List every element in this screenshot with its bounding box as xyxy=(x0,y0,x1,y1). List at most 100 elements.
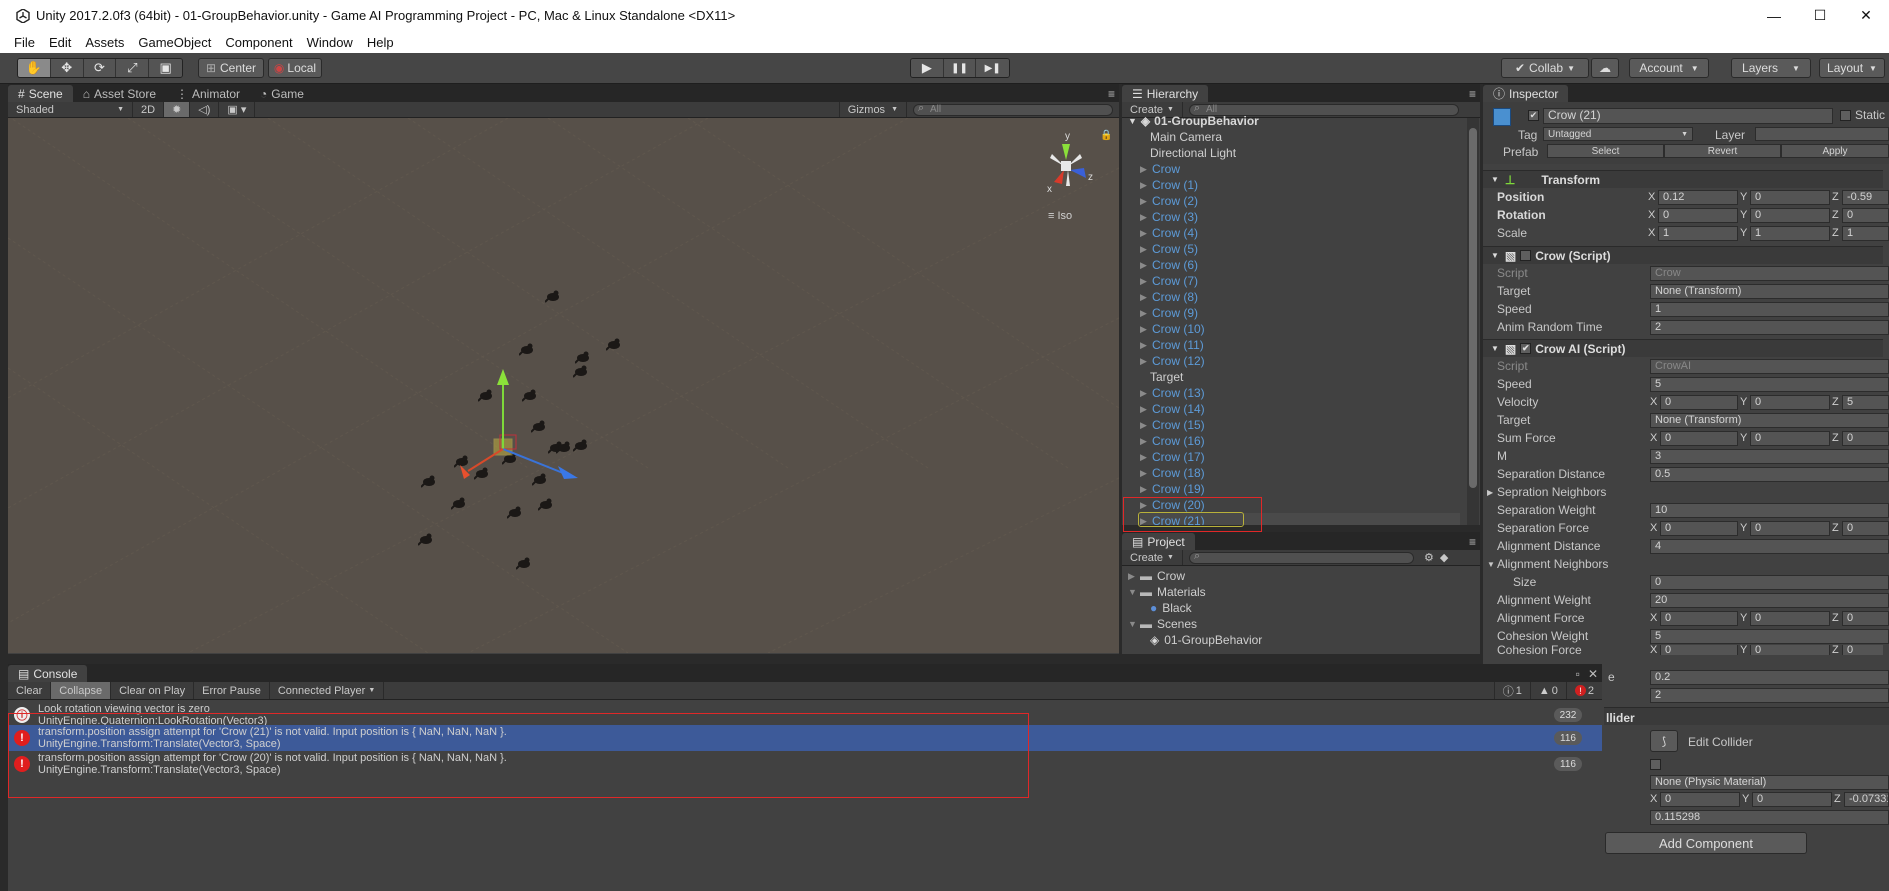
crow-target-field[interactable]: None (Transform) xyxy=(1650,283,1889,299)
crow-sprite[interactable] xyxy=(606,337,622,351)
cloud-button[interactable]: ☁ xyxy=(1591,58,1619,78)
minimize-button[interactable]: — xyxy=(1751,0,1797,31)
hierarchy-item[interactable]: ▶ Crow (8) xyxy=(1140,289,1198,305)
hierarchy-item[interactable]: ▶ Crow (13) xyxy=(1140,385,1205,401)
lighting-toggle-icon[interactable]: ✹ xyxy=(164,102,191,117)
filter-label-icon[interactable]: ◆ xyxy=(1440,551,1448,564)
scene-search-input[interactable]: All xyxy=(913,103,1113,116)
expand-arrow-icon[interactable]: ▶ xyxy=(1140,276,1152,287)
crow-script-header[interactable]: ▼ ▧ Crow (Script) xyxy=(1483,246,1883,264)
object-name-input[interactable]: Crow (21) xyxy=(1543,108,1833,124)
project-create-dropdown[interactable]: Create ▼ xyxy=(1122,550,1183,565)
expand-arrow-icon[interactable]: ▶ xyxy=(1140,340,1152,351)
expand-arrow-icon[interactable]: ▶ xyxy=(1140,244,1152,255)
expand-arrow-icon[interactable]: ▶ xyxy=(1140,388,1152,399)
expand-arrow-icon[interactable]: ▶ xyxy=(1140,164,1152,175)
crow-anim-input[interactable]: 2 xyxy=(1650,319,1889,335)
center-x-input[interactable]: 0 xyxy=(1660,792,1740,807)
sumforce-z-input[interactable]: 0 xyxy=(1842,430,1889,446)
alignforce-y-input[interactable]: 0 xyxy=(1750,610,1830,626)
audio-toggle-icon[interactable]: ◁) xyxy=(190,102,220,117)
project-item[interactable]: ▶ ▬ Crow xyxy=(1128,568,1185,584)
rotate-tool-icon[interactable]: ⟳ xyxy=(83,59,117,77)
hierarchy-item[interactable]: ▶ Crow (3) xyxy=(1140,209,1198,225)
sepforce-y-input[interactable]: 0 xyxy=(1750,520,1830,536)
hierarchy-item[interactable]: ▶ Crow (15) xyxy=(1140,417,1205,433)
panel-menu-icon[interactable]: ≡ xyxy=(1104,85,1119,102)
layers-dropdown[interactable]: Layers ▼ xyxy=(1731,58,1811,78)
hierarchy-item[interactable]: ▶ Crow (2) xyxy=(1140,193,1198,209)
project-item[interactable]: ▼ ▬ Scenes xyxy=(1128,616,1197,632)
crowai-target-field[interactable]: None (Transform) xyxy=(1650,412,1889,428)
hierarchy-item[interactable]: ▶ Crow (4) xyxy=(1140,225,1198,241)
lock-icon[interactable]: 🔒 xyxy=(1100,130,1112,141)
orientation-gizmo[interactable]: y z x xyxy=(1028,128,1108,208)
crow-speed-input[interactable]: 1 xyxy=(1650,301,1889,317)
expand-arrow-icon[interactable]: ▶ xyxy=(1140,452,1152,463)
hierarchy-item[interactable]: ▶ Crow (7) xyxy=(1140,273,1198,289)
console-clear-button[interactable]: Clear xyxy=(8,682,52,699)
is-trigger-checkbox[interactable] xyxy=(1650,759,1661,770)
tab-game[interactable]: ◔ Game xyxy=(250,85,314,102)
hierarchy-item[interactable]: ▶ Crow (9) xyxy=(1140,305,1198,321)
expand-arrow-icon[interactable]: ▶ xyxy=(1140,180,1152,191)
mode-2d-toggle[interactable]: 2D xyxy=(133,102,165,117)
project-item[interactable]: ◈ 01-GroupBehavior xyxy=(1150,632,1262,648)
scale-y-input[interactable]: 1 xyxy=(1750,225,1830,241)
hierarchy-item[interactable]: Target xyxy=(1150,369,1183,385)
expand-arrow-icon[interactable]: ▼ xyxy=(1128,587,1140,597)
prefab-select-button[interactable]: Select xyxy=(1547,144,1664,158)
crow-sprite[interactable] xyxy=(575,350,591,364)
tab-asset-store[interactable]: ⌂ Asset Store xyxy=(73,85,166,102)
expand-arrow-icon[interactable]: ▶ xyxy=(1140,260,1152,271)
pause-button[interactable]: ❚❚ xyxy=(943,59,977,77)
expand-arrow-icon[interactable]: ▶ xyxy=(1140,212,1152,223)
expand-arrow-icon[interactable]: ▶ xyxy=(1140,308,1152,319)
menu-assets[interactable]: Assets xyxy=(85,35,124,50)
sepforce-x-input[interactable]: 0 xyxy=(1660,520,1738,536)
add-component-button[interactable]: Add Component xyxy=(1605,832,1807,854)
menu-gameobject[interactable]: GameObject xyxy=(138,35,211,50)
hierarchy-item[interactable]: ▶ Crow (1) xyxy=(1140,177,1198,193)
rotation-z-input[interactable]: 0 xyxy=(1842,207,1889,223)
position-y-input[interactable]: 0 xyxy=(1750,189,1830,205)
scale-z-input[interactable]: 1 xyxy=(1842,225,1889,241)
hierarchy-item[interactable]: ▶ Crow (5) xyxy=(1140,241,1198,257)
physic-material-field[interactable]: None (Physic Material) xyxy=(1650,775,1889,790)
layer-dropdown[interactable] xyxy=(1755,127,1889,141)
project-item[interactable]: ● Black xyxy=(1150,600,1192,616)
active-checkbox[interactable]: ✔ xyxy=(1528,110,1539,121)
expand-arrow-icon[interactable]: ▶ xyxy=(1140,484,1152,495)
expand-arrow-icon[interactable]: ▶ xyxy=(1140,292,1152,303)
info-filter-toggle[interactable]: ⓘ 1 xyxy=(1493,682,1531,699)
crowai-speed-input[interactable]: 5 xyxy=(1650,376,1889,392)
tab-animator[interactable]: ⋮ Animator xyxy=(166,85,250,102)
prefab-revert-button[interactable]: Revert xyxy=(1664,144,1781,158)
alignneigh-row[interactable]: ▼ Alignment Neighbors xyxy=(1483,555,1883,573)
expand-arrow-icon[interactable]: ▶ xyxy=(1140,324,1152,335)
menu-file[interactable]: File xyxy=(14,35,35,50)
gizmos-dropdown[interactable]: Gizmos ▼ xyxy=(838,102,907,117)
size-input[interactable]: 0 xyxy=(1650,574,1889,590)
hierarchy-item[interactable]: ▶ Crow (17) xyxy=(1140,449,1205,465)
rect-tool-icon[interactable]: ▣ xyxy=(149,59,182,77)
hierarchy-item[interactable]: ▶ Crow (19) xyxy=(1140,481,1205,497)
space-local-button[interactable]: ◉ Local xyxy=(268,58,322,78)
crow-sprite[interactable] xyxy=(418,532,434,546)
scene-viewport[interactable]: y z x ≡ Iso 🔒 xyxy=(8,118,1119,653)
tab-project[interactable]: ▤ Project xyxy=(1122,533,1195,550)
warning-filter-toggle[interactable]: ▲ 0 xyxy=(1531,682,1567,699)
hierarchy-scene-row[interactable]: ▼ ◈ 01-GroupBehavior xyxy=(1128,113,1259,129)
console-close-icon[interactable]: ✕ xyxy=(1584,665,1602,682)
alignweight-input[interactable]: 20 xyxy=(1650,592,1889,608)
console-connected-player-dropdown[interactable]: Connected Player ▼ xyxy=(270,682,385,699)
cohforce-z-input[interactable]: 0 xyxy=(1842,645,1883,655)
console-error-pause-toggle[interactable]: Error Pause xyxy=(194,682,270,699)
play-button[interactable]: ▶ xyxy=(911,59,944,77)
crow-sprite[interactable] xyxy=(519,342,535,356)
console-collapse-toggle[interactable]: Collapse xyxy=(51,682,112,699)
tab-hierarchy[interactable]: ☰ Hierarchy xyxy=(1122,85,1209,102)
hierarchy-item[interactable]: Directional Light xyxy=(1150,145,1236,161)
expand-arrow-icon[interactable]: ▶ xyxy=(1140,228,1152,239)
menu-help[interactable]: Help xyxy=(367,35,394,50)
